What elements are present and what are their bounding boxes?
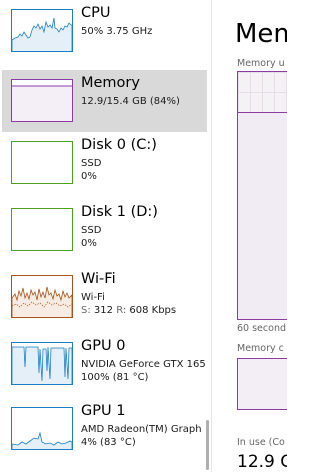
- gpu-0-usage: 100% (81 °C): [81, 372, 149, 383]
- performance-sidebar: CPU 50% 3.75 GHz Memory 12.9/15.4 GB (84…: [0, 0, 211, 472]
- memory-usage-label: Memory u: [237, 58, 285, 69]
- memory-composition-label: Memory c: [237, 343, 284, 354]
- wifi-title: Wi-Fi: [81, 271, 116, 287]
- memory-usage-text: 12.9/15.4 GB (84%): [81, 96, 180, 107]
- memory-composition-bar: [237, 358, 287, 410]
- in-use-label: In use (Co: [237, 437, 285, 448]
- disk-graph-icon: [11, 141, 73, 184]
- sidebar-item-wifi[interactable]: Wi-Fi Wi-Fi S: 312 R: 608 Kbps: [2, 266, 207, 328]
- memory-graph-icon: [11, 79, 73, 122]
- gpu-0-model: NVIDIA GeForce GTX 165: [81, 359, 206, 370]
- cpu-usage-text: 50% 3.75 GHz: [81, 26, 153, 37]
- wifi-adapter-name: Wi-Fi: [81, 292, 105, 303]
- gpu-graph-icon: [11, 342, 73, 385]
- wifi-graph-icon: [11, 275, 73, 318]
- disk-0-usage: 0%: [81, 171, 97, 182]
- wifi-send-label: S:: [81, 305, 91, 316]
- gpu-1-model: AMD Radeon(TM) Graph: [81, 424, 202, 435]
- cpu-usage-sparkline: [12, 17, 72, 51]
- cpu-graph-icon: [11, 9, 73, 52]
- memory-usage-sparkline: [12, 85, 72, 121]
- gpu-1-usage: 4% (83 °C): [81, 437, 136, 448]
- sidebar-item-memory[interactable]: Memory 12.9/15.4 GB (84%): [2, 70, 207, 132]
- wifi-receive-label: R:: [116, 305, 127, 316]
- memory-title: Memory: [81, 75, 140, 91]
- disk-1-usage: 0%: [81, 238, 97, 249]
- cpu-title: CPU: [81, 5, 111, 21]
- gpu-1-usage-sparkline: [12, 431, 72, 449]
- sidebar-item-gpu-0[interactable]: GPU 0 NVIDIA GeForce GTX 165 100% (81 °C…: [2, 333, 207, 395]
- sidebar-item-disk-0[interactable]: Disk 0 (C:) SSD 0%: [2, 132, 207, 194]
- sidebar-item-disk-1[interactable]: Disk 1 (D:) SSD 0%: [2, 199, 207, 261]
- sidebar-item-gpu-1[interactable]: GPU 1 AMD Radeon(TM) Graph 4% (83 °C): [2, 398, 207, 460]
- disk-0-title: Disk 0 (C:): [81, 137, 157, 153]
- wifi-send-value: 312: [93, 305, 113, 316]
- wifi-receive-value: 608 Kbps: [129, 305, 177, 316]
- memory-composition-used: [238, 359, 287, 409]
- gpu-1-title: GPU 1: [81, 403, 126, 419]
- in-use-value: 12.9 G: [237, 452, 287, 472]
- gpu-0-usage-sparkline: [12, 346, 72, 384]
- sidebar-scrollbar[interactable]: [206, 420, 209, 470]
- wifi-throughput: S: 312 R: 608 Kbps: [81, 304, 176, 317]
- disk-0-type: SSD: [81, 158, 102, 169]
- disk-graph-icon: [11, 208, 73, 251]
- wifi-throughput-sparkline: [12, 286, 72, 317]
- time-axis-label: 60 second: [237, 323, 286, 334]
- memory-usage-graph: [237, 71, 287, 320]
- detail-title: Mem: [235, 19, 287, 49]
- memory-detail-pane: Mem Memory u 60 second Memory c In use (…: [212, 0, 287, 472]
- sidebar-item-cpu[interactable]: CPU 50% 3.75 GHz: [2, 0, 207, 62]
- disk-1-type: SSD: [81, 225, 102, 236]
- memory-usage-fill: [238, 111, 287, 319]
- gpu-0-title: GPU 0: [81, 338, 126, 354]
- disk-1-title: Disk 1 (D:): [81, 204, 158, 220]
- gpu-graph-icon: [11, 407, 73, 450]
